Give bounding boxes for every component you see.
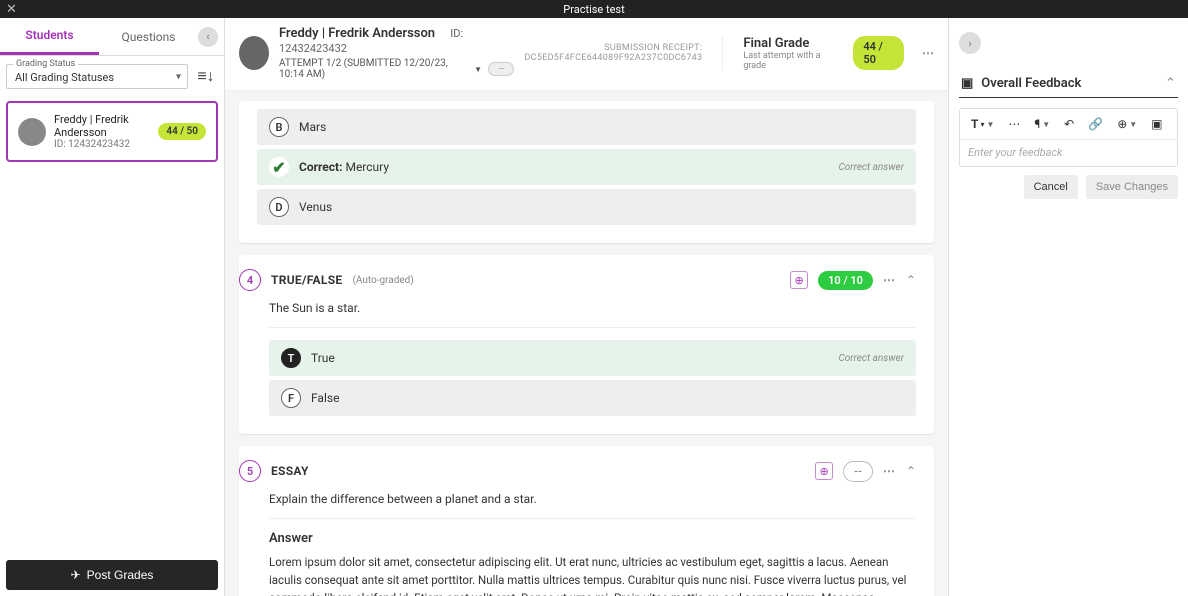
option-row[interactable]: T True Correct answer	[269, 340, 916, 376]
feedback-icon: ▣	[961, 76, 973, 91]
student-score-pill: 44 / 50	[158, 123, 206, 140]
send-icon: ✈	[71, 568, 81, 582]
final-grade-sub: Last attempt with a grade	[743, 51, 833, 71]
check-icon: ✔	[269, 157, 289, 177]
question-number: 5	[239, 460, 261, 482]
question-card-3-partial: B Mars ✔ Correct: Mercury Correct answer…	[239, 101, 934, 243]
grading-status-filter[interactable]: Grading Status All Grading Statuses ▾	[6, 64, 188, 89]
cancel-button[interactable]: Cancel	[1024, 175, 1078, 199]
answer-label: Answer	[269, 531, 916, 546]
tab-students[interactable]: Students	[0, 18, 99, 55]
insert-button[interactable]: ⊕▼	[1114, 115, 1140, 133]
question-card-4: 4 TRUE/FALSE (Auto-graded) ⊕ 10 / 10 ⋯ ⌃…	[239, 255, 934, 434]
question-score-input[interactable]: --	[843, 461, 873, 482]
attempt-grade-pill[interactable]	[488, 62, 514, 76]
submission-header: Freddy | Fredrik Andersson ID: 124324234…	[225, 18, 948, 91]
media-button[interactable]: ▣	[1148, 115, 1165, 133]
option-text: Mercury	[342, 160, 389, 174]
correct-answer-tag: Correct answer	[838, 162, 904, 173]
auto-graded-label: (Auto-graded)	[352, 275, 413, 286]
window-title: Practise test	[563, 3, 624, 16]
link-button[interactable]: 🔗	[1085, 115, 1106, 133]
question-type: TRUE/FALSE	[271, 273, 342, 287]
filter-value: All Grading Statuses	[15, 71, 114, 84]
question-score-pill[interactable]: 10 / 10	[818, 271, 873, 290]
header-student-name: Freddy | Fredrik Andersson	[279, 26, 435, 41]
option-row[interactable]: D Venus	[257, 189, 916, 225]
feedback-panel: › ▣ Overall Feedback ⌃ T▾▼ ⋯ ¶▼ ↶ 🔗 ⊕▼ ▣…	[948, 18, 1188, 596]
question-menu[interactable]: ⋯	[883, 464, 896, 478]
option-prefix: Correct:	[299, 160, 342, 174]
student-list-item[interactable]: Freddy | Fredrik Andersson ID: 124324234…	[6, 101, 218, 162]
chevron-down-icon: ▾	[176, 71, 181, 82]
collapse-question-button[interactable]: ⌃	[906, 464, 916, 478]
header-menu[interactable]: ⋯	[922, 46, 934, 60]
undo-button[interactable]: ↶	[1061, 115, 1077, 133]
divider	[269, 518, 916, 519]
correct-answer-tag: Correct answer	[838, 353, 904, 364]
text-style-button[interactable]: T▾▼	[968, 115, 997, 133]
answer-body: Lorem ipsum dolor sit amet, consectetur …	[269, 554, 916, 596]
more-text-button[interactable]: ⋯	[1005, 115, 1023, 133]
paragraph-button[interactable]: ¶▼	[1031, 115, 1053, 133]
answer-paragraph: Lorem ipsum dolor sit amet, consectetur …	[269, 554, 916, 596]
collapse-sidebar-button[interactable]: ‹	[198, 27, 218, 47]
submission-receipt: SUBMISSION RECEIPT: DC5ED5F4FCE644089F92…	[524, 43, 702, 63]
question-card-5: 5 ESSAY ⊕ -- ⋯ ⌃ Explain the difference …	[239, 446, 934, 596]
sidebar-tabs: Students Questions ‹	[0, 18, 224, 56]
option-letter: T	[281, 348, 301, 368]
option-letter: B	[269, 117, 289, 137]
main-content: Freddy | Fredrik Andersson ID: 124324234…	[225, 18, 948, 596]
option-letter: F	[281, 388, 301, 408]
final-grade-pill: 44 / 50	[853, 36, 904, 70]
title-bar: ✕ Practise test	[0, 0, 1188, 18]
sort-button[interactable]: ≡↓	[194, 65, 218, 89]
post-grades-button[interactable]: ✈ Post Grades	[6, 560, 218, 590]
post-grades-label: Post Grades	[87, 568, 154, 582]
option-row[interactable]: ✔ Correct: Mercury Correct answer	[257, 149, 916, 185]
insert-feedback-button[interactable]: ⊕	[815, 462, 833, 480]
feedback-textarea[interactable]: Enter your feedback	[960, 140, 1177, 166]
insert-feedback-button[interactable]: ⊕	[790, 271, 808, 289]
question-text: The Sun is a star.	[269, 301, 916, 315]
student-name: Freddy | Fredrik Andersson	[54, 113, 150, 139]
tab-questions[interactable]: Questions	[99, 20, 198, 54]
chevron-up-icon: ⌃	[1165, 76, 1176, 91]
question-number: 4	[239, 269, 261, 291]
feedback-editor: T▾▼ ⋯ ¶▼ ↶ 🔗 ⊕▼ ▣ Enter your feedback	[959, 108, 1178, 167]
save-changes-button[interactable]: Save Changes	[1086, 175, 1178, 199]
feedback-header[interactable]: ▣ Overall Feedback ⌃	[959, 70, 1178, 98]
chevron-down-icon[interactable]: ▼	[474, 65, 482, 74]
avatar	[18, 118, 46, 146]
editor-toolbar: T▾▼ ⋯ ¶▼ ↶ 🔗 ⊕▼ ▣	[960, 109, 1177, 140]
option-text: Mars	[299, 120, 326, 134]
collapse-question-button[interactable]: ⌃	[906, 273, 916, 287]
option-text: Venus	[299, 200, 332, 214]
question-type: ESSAY	[271, 464, 309, 478]
question-menu[interactable]: ⋯	[883, 273, 896, 287]
sidebar: Students Questions ‹ Grading Status All …	[0, 18, 225, 596]
attempt-info[interactable]: ATTEMPT 1/2 (SUBMITTED 12/20/23, 10:14 A…	[279, 58, 468, 80]
option-row[interactable]: B Mars	[257, 109, 916, 145]
final-grade-title: Final Grade	[743, 36, 833, 51]
expand-panel-button[interactable]: ›	[959, 32, 981, 54]
option-row[interactable]: F False	[269, 380, 916, 416]
feedback-title: Overall Feedback	[981, 76, 1081, 91]
divider	[269, 327, 916, 328]
option-text: True	[311, 351, 335, 365]
close-icon[interactable]: ✕	[6, 2, 17, 17]
option-text: False	[311, 391, 339, 405]
student-id: ID: 12432423432	[54, 139, 150, 150]
avatar	[239, 36, 269, 70]
option-letter: D	[269, 197, 289, 217]
filter-label: Grading Status	[13, 59, 78, 69]
question-text: Explain the difference between a planet …	[269, 492, 916, 506]
